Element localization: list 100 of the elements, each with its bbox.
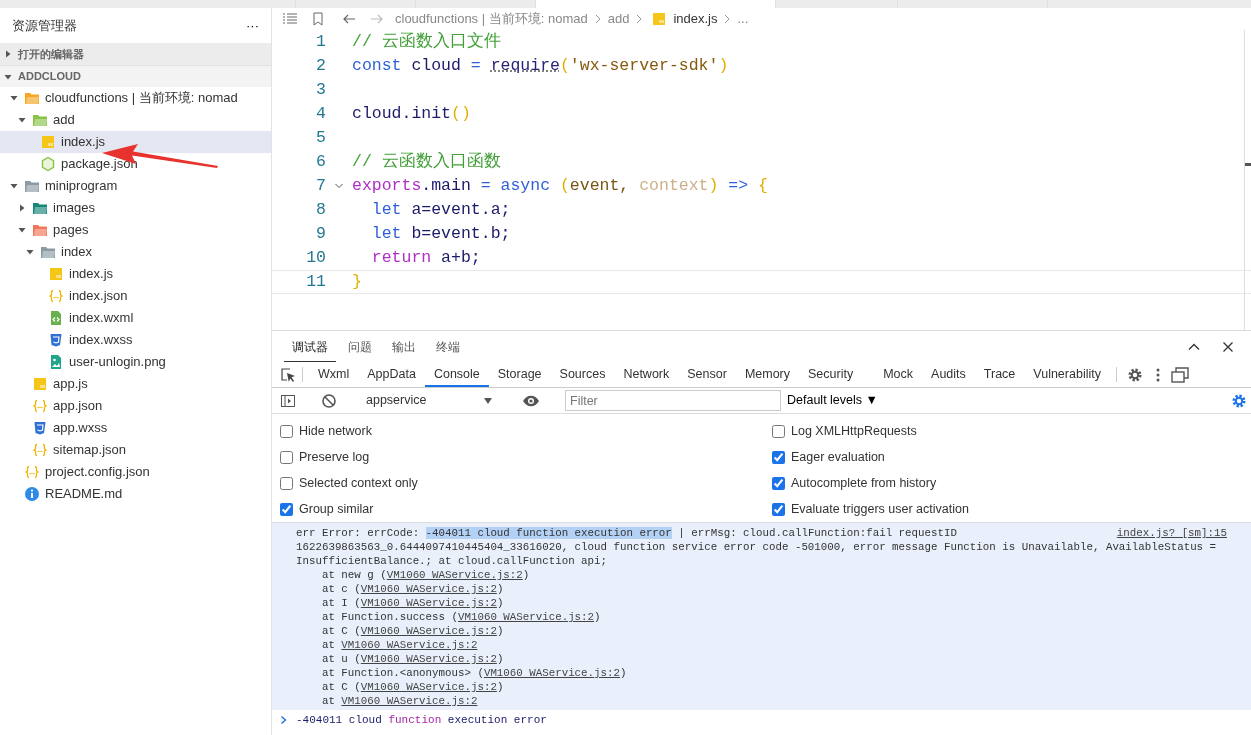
clear-icon[interactable] bbox=[321, 392, 337, 409]
folder-icon bbox=[40, 244, 56, 260]
devtools-tab[interactable]: Network bbox=[614, 362, 679, 387]
code-line: exports.main = async (event, context) => { bbox=[352, 174, 768, 197]
eye-icon[interactable] bbox=[522, 393, 540, 408]
tree-item[interactable]: app.json bbox=[0, 395, 271, 417]
checkbox-label: Hide network bbox=[299, 422, 372, 440]
devtools-tab[interactable]: Storage bbox=[488, 362, 551, 387]
tree-item[interactable]: package.json bbox=[0, 153, 271, 175]
braces-icon bbox=[48, 288, 64, 304]
checkbox[interactable] bbox=[772, 450, 785, 464]
checkbox[interactable] bbox=[772, 502, 785, 516]
checkbox[interactable] bbox=[280, 476, 293, 490]
tree-item[interactable]: sitemap.json bbox=[0, 439, 271, 461]
checkbox[interactable] bbox=[280, 450, 293, 464]
code-line: } bbox=[352, 270, 362, 293]
kebab-menu-icon[interactable] bbox=[1154, 366, 1161, 383]
checkbox-label: Evaluate triggers user activation bbox=[791, 500, 969, 518]
tree-item[interactable]: app.wxss bbox=[0, 417, 271, 439]
section-header[interactable]: ADDCLOUD bbox=[0, 65, 271, 87]
source-link[interactable]: VM1060 WAService.js:2 bbox=[360, 583, 497, 595]
folder-icon bbox=[24, 90, 40, 106]
tree-item[interactable]: images bbox=[0, 197, 271, 219]
line-number: 1 bbox=[315, 30, 326, 53]
devtools-tab[interactable]: Security bbox=[799, 362, 863, 387]
devtools-tab[interactable]: Memory bbox=[735, 362, 800, 387]
panel-tab[interactable]: 问题 bbox=[340, 331, 380, 362]
source-link[interactable]: VM1060 WAService.js:2 bbox=[360, 653, 497, 665]
source-link[interactable]: index.js? [sm]:15 bbox=[1116, 526, 1227, 540]
filter-field[interactable]: Filter bbox=[565, 390, 781, 411]
tree-item[interactable]: index bbox=[0, 241, 271, 263]
dock-icon[interactable] bbox=[1170, 366, 1189, 383]
bookmark-icon[interactable] bbox=[310, 11, 326, 27]
devtools-tab[interactable]: Wxml bbox=[309, 362, 359, 387]
checkbox-label: Autocomplete from history bbox=[791, 474, 937, 492]
more-button[interactable]: ··· bbox=[246, 15, 259, 36]
source-link[interactable]: VM1060 WAService.js:2 bbox=[360, 597, 497, 609]
settings-icon[interactable] bbox=[1231, 392, 1247, 409]
tree-item[interactable]: miniprogram bbox=[0, 175, 271, 197]
tree-item[interactable]: index.json bbox=[0, 285, 271, 307]
tree-item[interactable]: index.js bbox=[0, 263, 271, 285]
panel-tab[interactable]: 输出 bbox=[384, 331, 424, 362]
devtools-tab[interactable]: Sensor bbox=[678, 362, 736, 387]
line-number: 10 bbox=[305, 246, 326, 269]
tree-item[interactable]: app.js bbox=[0, 373, 271, 395]
breadcrumb-item[interactable]: add bbox=[607, 9, 630, 29]
source-link[interactable]: VM1060 WAService.js:2 bbox=[386, 569, 523, 581]
hexagon-icon bbox=[40, 156, 56, 172]
ellipsis-text[interactable]: ... bbox=[737, 9, 749, 29]
tree-item[interactable]: pages bbox=[0, 219, 271, 241]
devtools-tab[interactable]: AppData bbox=[358, 362, 425, 387]
devtools-tab[interactable]: Audits bbox=[922, 362, 975, 387]
javascript-file-icon bbox=[32, 376, 48, 392]
panel-tab[interactable]: 终端 bbox=[428, 331, 468, 362]
line-number: 7 bbox=[315, 174, 326, 197]
stylesheet-icon bbox=[32, 420, 48, 436]
breadcrumb-item[interactable]: cloudfunctions | 当前环境: nomad bbox=[395, 9, 588, 29]
code-line: let a=event.a; bbox=[370, 198, 511, 221]
devtools-tab[interactable]: Trace bbox=[974, 362, 1025, 387]
code-line: cloud.init() bbox=[352, 102, 471, 125]
tree-item[interactable]: user-unlogin.png bbox=[0, 351, 271, 373]
devtools-tab[interactable]: Mock bbox=[874, 362, 923, 387]
sidebar-toggle-icon[interactable] bbox=[280, 392, 296, 409]
source-link[interactable]: VM1060 WAService.js:2 bbox=[360, 625, 497, 637]
source-link[interactable]: VM1060 WAService.js:2 bbox=[341, 639, 478, 651]
panel-tab[interactable]: 调试器 bbox=[284, 331, 336, 362]
console-text: at C (VM1060 WAService.js:2) bbox=[320, 624, 505, 638]
source-link[interactable]: VM1060 WAService.js:2 bbox=[458, 611, 595, 623]
tree-item[interactable]: README.md bbox=[0, 483, 271, 505]
checkbox[interactable] bbox=[772, 424, 785, 438]
section-header[interactable]: 打开的编辑器 bbox=[0, 43, 271, 65]
tree-item[interactable]: cloudfunctions | 当前环境: nomad bbox=[0, 87, 271, 109]
folder-icon bbox=[32, 112, 48, 128]
console-text: at I (VM1060 WAService.js:2) bbox=[320, 596, 505, 610]
tree-item[interactable]: project.config.json bbox=[0, 461, 271, 483]
devtools-tab[interactable]: Sources bbox=[550, 362, 615, 387]
context-select[interactable]: appservice bbox=[362, 391, 497, 410]
tree-item[interactable]: add bbox=[0, 109, 271, 131]
console-text: at Function.<anonymous> (VM1060 WAService.js:2) bbox=[320, 666, 628, 680]
close-icon[interactable] bbox=[1221, 339, 1235, 354]
settings-icon[interactable] bbox=[1126, 366, 1143, 383]
braces-icon bbox=[24, 464, 40, 480]
breadcrumb-item[interactable]: index.js bbox=[673, 9, 718, 29]
tree-item[interactable]: index.wxml bbox=[0, 307, 271, 329]
levels-dropdown[interactable]: Default levels ▼ bbox=[787, 391, 878, 410]
code-line: // 云函数入口函数 bbox=[352, 150, 501, 173]
devtools-tab[interactable]: Vulnerability bbox=[1024, 362, 1110, 387]
dropdown-caret-icon bbox=[483, 395, 493, 406]
devtools-tab[interactable]: Console bbox=[424, 362, 489, 387]
source-link[interactable]: VM1060 WAService.js:2 bbox=[483, 667, 620, 679]
source-link[interactable]: VM1060 WAService.js:2 bbox=[341, 695, 478, 707]
stylesheet-icon bbox=[48, 332, 64, 348]
inspect-icon[interactable] bbox=[280, 366, 296, 383]
checkbox[interactable] bbox=[772, 476, 785, 490]
tree-item[interactable]: index.js bbox=[0, 131, 271, 153]
checkbox-label: Selected context only bbox=[299, 474, 418, 492]
checkbox[interactable] bbox=[280, 424, 293, 438]
checkbox[interactable] bbox=[280, 502, 293, 516]
tree-item[interactable]: index.wxss bbox=[0, 329, 271, 351]
source-link[interactable]: VM1060 WAService.js:2 bbox=[360, 681, 497, 693]
